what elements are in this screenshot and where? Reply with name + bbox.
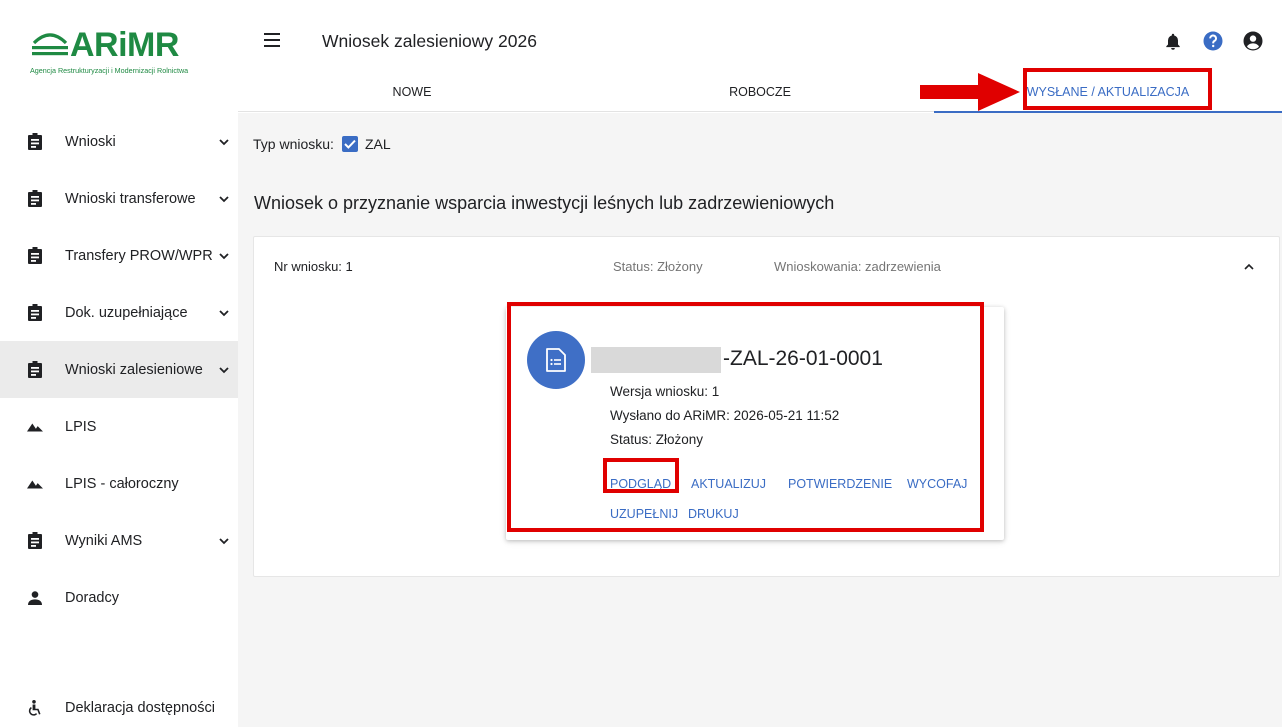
sidebar-item-wnioski-transferowe[interactable]: Wnioski transferowe	[0, 170, 238, 227]
highlight-box-tab	[1023, 68, 1212, 110]
sidebar-item-transfery-prow-wpr[interactable]: Transfery PROW/WPR	[0, 227, 238, 284]
chevron-down-icon	[219, 309, 229, 316]
terrain-icon	[27, 418, 43, 436]
accessibility-icon	[27, 699, 43, 717]
highlight-box-card	[507, 302, 984, 532]
sidebar-item-wnioski[interactable]: Wnioski	[0, 113, 238, 170]
sidebar-item-label: Dok. uzupełniające	[65, 304, 188, 321]
sidebar-item-label: Wnioski transferowe	[65, 190, 196, 207]
account-icon[interactable]	[1242, 30, 1264, 52]
sidebar-item-accessibility[interactable]: Deklaracja dostępności	[0, 679, 238, 727]
top-icons	[1162, 30, 1264, 52]
logo-subtitle: Agencja Restrukturyzacji i Modernizacji …	[30, 66, 189, 75]
tab-nowe[interactable]: NOWE	[238, 72, 586, 112]
arimr-logo[interactable]: ARiMR Agencja Restrukturyzacji i Moderni…	[30, 26, 210, 82]
check-icon	[344, 139, 356, 149]
application-type: Wnioskowania: zadrzewienia	[774, 259, 941, 274]
chevron-up-icon[interactable]	[1243, 261, 1255, 273]
terrain-icon	[27, 475, 43, 493]
clipboard-icon	[27, 133, 43, 151]
panel-header[interactable]: Nr wniosku: 1 Status: Złożony Wnioskowan…	[254, 237, 1279, 295]
section-title: Wniosek o przyznanie wsparcia inwestycji…	[254, 193, 835, 213]
clipboard-icon	[27, 247, 43, 265]
chevron-down-icon	[219, 366, 229, 373]
sidebar-item-label: Doradcy	[65, 589, 119, 606]
highlight-box-podglad	[603, 458, 679, 493]
page-title: Wniosek zalesieniowy 2026	[322, 31, 537, 51]
sidebar-item-label: Deklaracja dostępności	[65, 699, 215, 716]
logo-text: ARiMR	[70, 26, 179, 64]
zal-checkbox[interactable]	[341, 136, 358, 152]
bell-icon[interactable]	[1162, 30, 1184, 52]
sidebar-item-label: Transfery PROW/WPR	[65, 247, 213, 264]
clipboard-icon	[27, 304, 43, 322]
application-number: Nr wniosku: 1	[274, 259, 353, 274]
person-icon	[27, 589, 43, 607]
sidebar-nav: Wnioski Wnioski transferowe Transfery PR…	[0, 113, 238, 626]
help-icon[interactable]	[1202, 30, 1224, 52]
tab-robocze[interactable]: ROBOCZE	[586, 72, 934, 112]
type-filter: Typ wniosku: ZAL	[253, 136, 391, 152]
checkbox-label: ZAL	[364, 136, 391, 152]
sidebar-item-lpis[interactable]: LPIS	[0, 398, 238, 455]
red-arrow-annotation	[920, 73, 1020, 111]
chevron-down-icon	[219, 537, 229, 544]
sidebar-item-lpis-caloroczny[interactable]: LPIS - całoroczny	[0, 455, 238, 512]
sidebar-item-label: LPIS	[65, 418, 97, 435]
chevron-down-icon	[219, 195, 229, 202]
clipboard-icon	[27, 532, 43, 550]
sidebar-item-wnioski-zalesieniowe[interactable]: Wnioski zalesieniowe	[0, 341, 238, 398]
sidebar-item-wyniki-ams[interactable]: Wyniki AMS	[0, 512, 238, 569]
filter-label: Typ wniosku:	[253, 136, 334, 152]
sidebar-item-label: Wyniki AMS	[65, 532, 143, 549]
chevron-down-icon	[219, 138, 229, 145]
chevron-down-icon	[219, 252, 229, 259]
sidebar-item-dok-uzupelniajace[interactable]: Dok. uzupełniające	[0, 284, 238, 341]
sidebar: ARiMR Agencja Restrukturyzacji i Moderni…	[0, 0, 238, 727]
clipboard-icon	[27, 190, 43, 208]
sidebar-item-label: Wnioski zalesieniowe	[65, 361, 203, 378]
clipboard-icon	[27, 361, 43, 379]
menu-icon[interactable]	[264, 33, 280, 47]
application-status: Status: Złożony	[613, 259, 703, 274]
logo-roof-icon	[32, 33, 68, 56]
sidebar-item-label: Wnioski	[65, 133, 116, 150]
sidebar-item-label: LPIS - całoroczny	[65, 475, 179, 492]
sidebar-item-doradcy[interactable]: Doradcy	[0, 569, 238, 626]
